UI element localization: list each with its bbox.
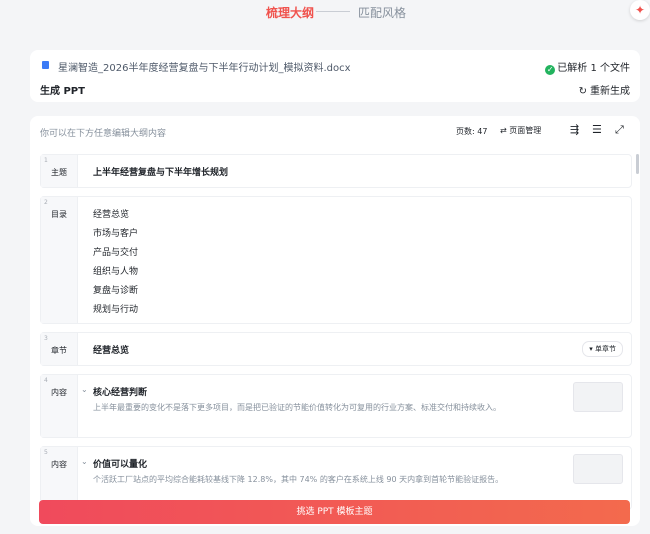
row-number: 4 xyxy=(44,377,48,384)
chapter-title[interactable]: 经营总览 xyxy=(93,343,129,356)
chevron-down-icon[interactable]: ⌄ xyxy=(81,385,88,394)
sparkle-icon[interactable]: ✦ xyxy=(630,0,650,20)
row-number: 2 xyxy=(44,199,48,206)
layout-thumbnail[interactable] xyxy=(573,454,623,484)
outline-editor: 你可以在下方任意编辑大纲内容 页数: 47 ⇄ 页面管理 ⇶ ☰ ⤢ 1 主题 … xyxy=(30,116,640,526)
check-icon: ✓ xyxy=(545,65,556,75)
single-chapter-label: 单章节 xyxy=(595,345,616,353)
expand-icon[interactable]: ⤢ xyxy=(615,123,624,137)
page-count: 页数: 47 xyxy=(456,127,488,136)
row-type-label: 章节 xyxy=(51,346,67,355)
row-gutter: 1 主题 xyxy=(41,155,78,187)
row-type-label: 主题 xyxy=(51,168,67,177)
layout-thumbnail[interactable] xyxy=(573,382,623,412)
outline-row-content[interactable]: 4 内容 ⌄ 核心经营判断 上半年最重要的变化不是落下更多项目，而是把已验证的节… xyxy=(40,374,632,438)
row-gutter: 2 目录 xyxy=(41,197,78,323)
scrollbar[interactable] xyxy=(636,154,639,174)
toc-item[interactable]: 规划与行动 xyxy=(93,302,138,315)
row-type-label: 内容 xyxy=(51,460,67,469)
row-gutter: 3 章节 xyxy=(41,333,78,365)
refresh-icon: ↻ xyxy=(578,86,587,97)
toc-item[interactable]: 复盘与诊断 xyxy=(93,283,138,296)
row-type-label: 内容 xyxy=(51,388,67,397)
outline-row-toc[interactable]: 2 目录 经营总览 市场与客户 产品与交付 组织与人物 复盘与诊断 规划与行动 xyxy=(40,196,632,324)
toc-item[interactable]: 产品与交付 xyxy=(93,245,138,258)
file-card: 星澜智造_2026半年度经营复盘与下半年行动计划_模拟资料.docx ✓ 已解析 … xyxy=(30,50,640,102)
row-number: 5 xyxy=(44,449,48,456)
toc-item[interactable]: 经营总览 xyxy=(93,207,129,220)
parse-status: ✓ 已解析 1 个文件 xyxy=(545,59,630,75)
theme-title[interactable]: 上半年经营复盘与下半年增长规划 xyxy=(93,165,228,178)
step-bar: 梳理大纲 匹配风格 ✦ xyxy=(0,0,650,30)
collapse-all-icon[interactable]: ⇶ xyxy=(570,123,579,136)
generate-ppt-label: 生成 PPT xyxy=(40,86,85,97)
outline-row-theme[interactable]: 1 主题 上半年经营复盘与下半年增长规划 xyxy=(40,154,632,188)
choose-template-button[interactable]: 挑选 PPT 模板主题 xyxy=(39,500,630,524)
row-type-label: 目录 xyxy=(51,210,67,219)
step-style[interactable]: 匹配风格 xyxy=(358,4,406,21)
toc-item[interactable]: 市场与客户 xyxy=(93,226,138,239)
document-icon xyxy=(42,61,49,69)
page: 梳理大纲 匹配风格 ✦ 星澜智造_2026半年度经营复盘与下半年行动计划_模拟资… xyxy=(0,0,650,534)
regenerate-button[interactable]: ↻ 重新生成 xyxy=(579,82,630,97)
content-body[interactable]: 上半年最重要的变化不是落下更多项目，而是把已验证的节能价值转化为可复用的行业方案… xyxy=(93,401,559,415)
row-number: 1 xyxy=(44,157,48,164)
regenerate-label: 重新生成 xyxy=(590,86,630,97)
chevron-down-icon[interactable]: ⌄ xyxy=(81,457,88,466)
content-title[interactable]: 价值可以量化 xyxy=(93,457,147,470)
outline-view-icon[interactable]: ☰ xyxy=(592,123,602,136)
editor-hint: 你可以在下方任意编辑大纲内容 xyxy=(40,129,167,139)
step-outline[interactable]: 梳理大纲 xyxy=(266,4,314,21)
single-chapter-button[interactable]: ▾ 单章节 xyxy=(582,341,623,357)
step-divider xyxy=(316,11,350,12)
file-name[interactable]: 星澜智造_2026半年度经营复盘与下半年行动计划_模拟资料.docx xyxy=(58,59,351,74)
row-number: 3 xyxy=(44,335,48,342)
content-title[interactable]: 核心经营判断 xyxy=(93,385,147,398)
swap-icon: ⇄ xyxy=(500,126,510,135)
toc-item[interactable]: 组织与人物 xyxy=(93,264,138,277)
row-gutter: 4 内容 xyxy=(41,375,78,437)
content-body[interactable]: 个活跃工厂站点的平均综合能耗较基线下降 12.8%，其中 74% 的客户在系统上… xyxy=(93,473,559,487)
parse-status-text: 已解析 1 个文件 xyxy=(557,63,630,74)
page-manage-label: 页面管理 xyxy=(509,126,542,135)
page-manage-button[interactable]: ⇄ 页面管理 xyxy=(500,125,541,136)
outline-row-chapter[interactable]: 3 章节 经营总览 ▾ 单章节 xyxy=(40,332,632,366)
